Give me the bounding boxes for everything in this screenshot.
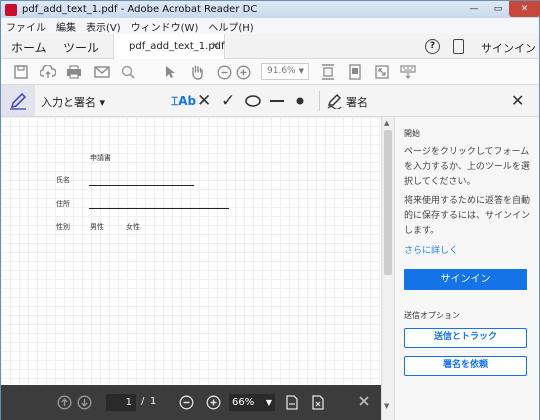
close-pagebar-icon[interactable]: [358, 395, 370, 407]
menu-window[interactable]: ウィンドウ(W): [126, 19, 204, 34]
address-label: 住所: [56, 200, 70, 208]
sign-pen-icon[interactable]: [327, 92, 343, 110]
menu-edit[interactable]: 編集: [51, 19, 81, 34]
page-view-icon[interactable]: [346, 63, 364, 81]
current-page-input[interactable]: 1: [106, 394, 136, 411]
name-field-line[interactable]: [89, 185, 194, 186]
print-icon[interactable]: [65, 63, 83, 81]
keyboard-icon[interactable]: [399, 63, 417, 81]
fit-page-icon[interactable]: [319, 63, 337, 81]
zoom-in-icon[interactable]: [234, 63, 252, 81]
scrollbar-thumb[interactable]: [384, 130, 392, 275]
chevron-down-icon: ▼: [265, 398, 272, 407]
save-icon[interactable]: [12, 63, 30, 81]
help-icon[interactable]: ?: [425, 39, 440, 54]
fill-sign-mode-label: 入力と署名: [41, 96, 96, 109]
page-separator: /: [141, 396, 145, 407]
search-icon[interactable]: [119, 63, 137, 81]
zoom-out-icon[interactable]: [215, 63, 233, 81]
scroll-up-icon[interactable]: ▲: [384, 119, 389, 127]
minimize-button[interactable]: —: [463, 1, 485, 17]
circle-tool[interactable]: [245, 92, 261, 110]
maximize-button[interactable]: ▭: [487, 1, 509, 17]
zoom-out-icon[interactable]: [179, 395, 194, 410]
fullscreen-icon[interactable]: [373, 63, 391, 81]
window-title: pdf_add_text_1.pdf - Adobe Acrobat Reade…: [22, 4, 258, 15]
bottom-zoom-value: 66%: [232, 397, 255, 408]
tab-home[interactable]: ホーム: [11, 39, 47, 56]
zoom-value: 91.6%: [267, 66, 296, 76]
zoom-in-icon[interactable]: [206, 395, 221, 410]
app-window: pdf_add_text_1.pdf - Adobe Acrobat Reade…: [0, 0, 540, 420]
next-page-icon[interactable]: [77, 395, 92, 410]
address-field-line[interactable]: [89, 208, 229, 209]
mobile-link-icon[interactable]: [453, 39, 464, 54]
panel-signin-button[interactable]: サインイン: [404, 269, 527, 290]
close-window-button[interactable]: ✕: [509, 1, 540, 17]
title-bar: pdf_add_text_1.pdf - Adobe Acrobat Reade…: [1, 1, 539, 18]
hand-icon[interactable]: [188, 63, 206, 81]
menu-bar: ファイル 編集 表示(V) ウィンドウ(W) ヘルプ(H): [1, 18, 539, 34]
acrobat-app-icon: [5, 3, 17, 16]
main-toolbar: 91.6% ▼: [1, 59, 539, 85]
menu-file[interactable]: ファイル: [1, 19, 51, 34]
name-label: 氏名: [56, 176, 70, 184]
email-icon[interactable]: [93, 63, 111, 81]
send-options-title: 送信オプション: [404, 311, 460, 320]
page-navigation-bar: 1 / 1 66% ▼: [1, 385, 381, 420]
female-option[interactable]: 女性: [126, 222, 140, 232]
add-text-tool[interactable]: ⌶ Ab: [171, 92, 196, 110]
zoom-select[interactable]: 91.6% ▼: [261, 63, 309, 80]
male-option[interactable]: 男性: [90, 222, 104, 232]
gender-label: 性別: [56, 223, 70, 231]
tab-tools[interactable]: ツール: [63, 39, 99, 56]
panel-signin-note: 将来使用するために返答を自動的に保存するには、サインインします。: [404, 196, 531, 236]
fill-sign-pen-icon[interactable]: [1, 85, 35, 116]
scroll-down-icon[interactable]: ▼: [384, 402, 389, 410]
fill-sign-mode-dropdown[interactable]: 入力と署名 ▾: [41, 94, 105, 110]
text-cursor-icon: ⌶: [171, 93, 179, 108]
panel-description: ページをクリックしてフォームを入力するか、上のツールを選択してください。: [404, 147, 530, 187]
request-signature-button[interactable]: 署名を依頼: [404, 356, 527, 376]
document-heading: 申請書: [90, 154, 111, 162]
close-fill-sign-icon[interactable]: ✕: [511, 91, 524, 110]
dot-tool[interactable]: [296, 92, 304, 110]
toolbar-divider: [319, 91, 320, 111]
send-and-track-button[interactable]: 送信とトラック: [404, 328, 527, 348]
document-canvas[interactable]: 申請書 氏名 住所 性別 男性 女性: [1, 117, 381, 385]
tab-document[interactable]: pdf_add_text_1.pdf ×: [113, 34, 225, 59]
panel-title: 開始: [404, 129, 420, 138]
tab-bar: ホーム ツール pdf_add_text_1.pdf × ? サインイン: [1, 34, 539, 59]
cross-mark-tool[interactable]: ✕: [197, 91, 211, 111]
checkmark-tool[interactable]: ✓: [221, 91, 235, 111]
learn-more-link[interactable]: さらに詳しく: [404, 243, 458, 256]
right-side-panel: 開始 ページをクリックしてフォームを入力するか、上のツールを選択してください。 …: [394, 117, 539, 420]
select-icon[interactable]: [161, 63, 179, 81]
document-scrollbar[interactable]: ▲ ▼: [381, 117, 394, 420]
previous-page-icon[interactable]: [57, 395, 72, 410]
page-settings-icon[interactable]: [312, 395, 324, 410]
close-tab-icon[interactable]: ×: [211, 40, 219, 51]
chevron-down-icon: ▼: [298, 67, 304, 75]
menu-view[interactable]: 表示(V): [81, 19, 126, 34]
line-tool[interactable]: [269, 92, 285, 110]
menu-help[interactable]: ヘルプ(H): [203, 19, 258, 34]
fill-sign-toolbar: 入力と署名 ▾ ⌶ Ab ✕ ✓ 署名 ✕: [1, 85, 539, 117]
total-pages: 1: [150, 396, 157, 407]
upload-icon[interactable]: [39, 63, 57, 81]
add-text-tool-label: Ab: [178, 94, 197, 108]
header-signin-link[interactable]: サインイン: [481, 40, 536, 56]
bottom-zoom-select[interactable]: 66% ▼: [229, 394, 275, 411]
page-thumbnail-icon[interactable]: [286, 395, 298, 410]
sign-button-label[interactable]: 署名: [346, 94, 368, 110]
